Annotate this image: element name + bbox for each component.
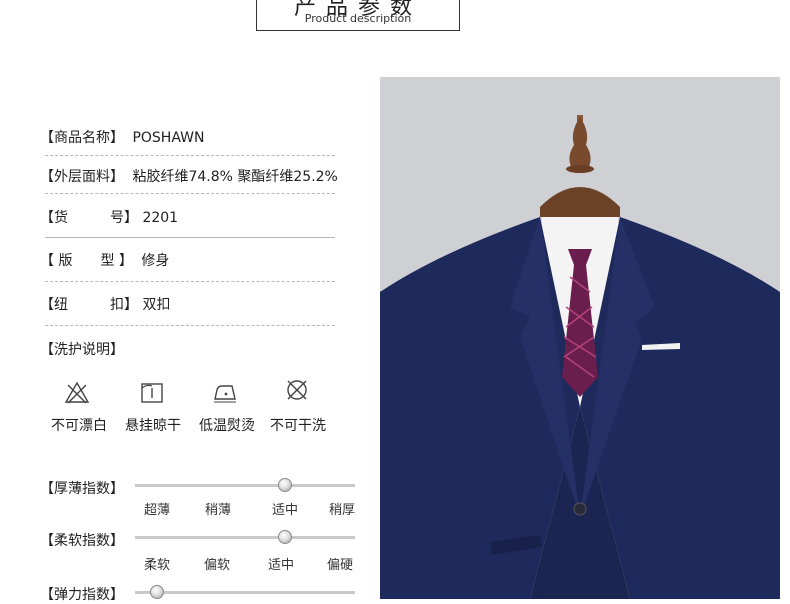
tick-label: 偏硬 xyxy=(327,558,354,573)
tick-label: 稍薄 xyxy=(205,503,232,518)
care-label: 悬挂晾干 xyxy=(125,418,181,434)
divider xyxy=(45,237,335,238)
spec-row-fit: 【 版 型 】 修身 xyxy=(40,250,169,270)
spec-row-buttons: 【纽 扣】 双扣 xyxy=(40,294,170,314)
tick-label: 稍厚 xyxy=(329,503,356,518)
softness-index-track xyxy=(135,536,355,539)
elasticity-index-label: 【弹力指数】 xyxy=(40,587,124,603)
elasticity-index-knob xyxy=(150,585,164,599)
spec-value: POSHAWN xyxy=(132,130,205,146)
section-header: 产品参数 Product description xyxy=(256,0,460,31)
thickness-index-knob xyxy=(277,478,292,492)
tick-label: 偏软 xyxy=(204,558,231,573)
divider xyxy=(45,193,335,194)
spec-row-name: 【商品名称】 POSHAWN xyxy=(40,127,204,147)
thickness-index-track xyxy=(135,484,355,487)
divider xyxy=(45,281,335,282)
tick-label: 超薄 xyxy=(144,503,171,518)
spec-value: 双扣 xyxy=(142,297,171,313)
section-subtitle: Product description xyxy=(304,12,412,25)
divider xyxy=(45,155,335,156)
no-dry-clean-icon xyxy=(287,380,307,400)
softness-index-knob xyxy=(277,530,292,544)
elasticity-index-track xyxy=(135,591,355,594)
spec-label: 【商品名称】 xyxy=(40,130,124,146)
spec-label: 【 版 型 】 xyxy=(40,253,133,269)
spec-label: 【货 号】 xyxy=(40,210,138,226)
no-bleach-icon xyxy=(64,381,90,404)
softness-index-label: 【柔软指数】 xyxy=(40,533,124,549)
spec-label: 【外层面料】 xyxy=(40,169,124,185)
spec-label: 【纽 扣】 xyxy=(40,297,138,313)
spec-value: 粘胶纤维74.8% 聚酯纤维25.2% xyxy=(132,169,338,185)
tick-label: 适中 xyxy=(268,558,295,573)
hang-dry-icon xyxy=(141,383,163,403)
spec-value: 2201 xyxy=(142,210,179,226)
thickness-index-label: 【厚薄指数】 xyxy=(40,481,124,497)
product-photo xyxy=(380,77,780,599)
care-label: 不可漂白 xyxy=(51,418,107,434)
tick-label: 柔软 xyxy=(144,558,171,573)
low-iron-icon xyxy=(214,385,236,403)
divider xyxy=(45,325,335,326)
care-label: 不可干洗 xyxy=(270,418,326,434)
spec-row-fabric: 【外层面料】 粘胶纤维74.8% 聚酯纤维25.2% xyxy=(40,166,338,186)
care-label: 低温熨烫 xyxy=(199,418,255,434)
spec-value: 修身 xyxy=(141,253,170,269)
spec-row-item-no: 【货 号】 2201 xyxy=(40,207,178,227)
suit-illustration xyxy=(380,115,780,599)
tick-label: 适中 xyxy=(272,503,299,518)
care-heading: 【洗护说明】 xyxy=(40,342,124,358)
